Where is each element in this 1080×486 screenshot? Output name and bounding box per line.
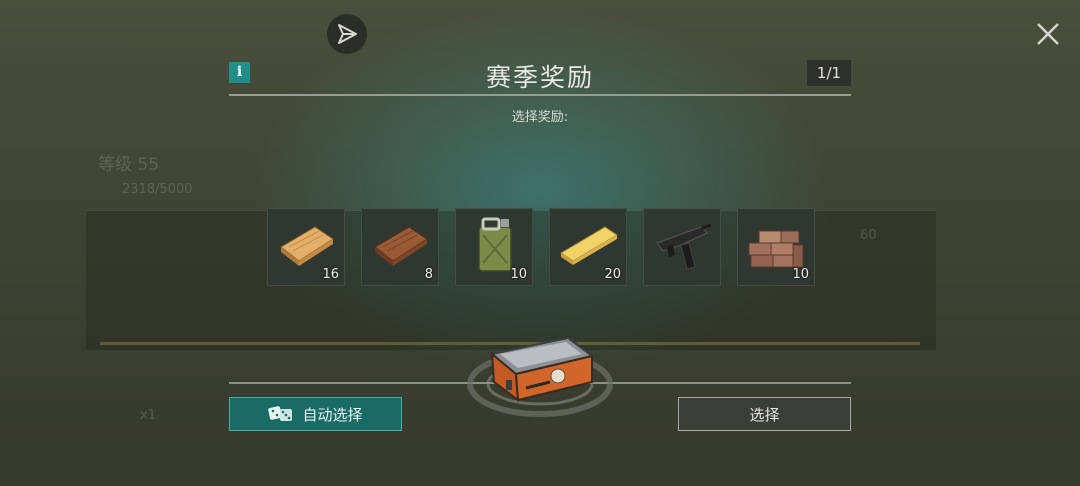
auto-select-label: 自动选择 xyxy=(302,405,363,424)
reward-quantity: 10 xyxy=(510,267,527,282)
reward-quantity: 16 xyxy=(322,267,339,282)
reward-slot[interactable]: 10 xyxy=(455,208,533,286)
background-count-text: x1 xyxy=(140,408,156,423)
select-label: 选择 xyxy=(749,405,780,424)
reward-slot[interactable]: 8 xyxy=(361,208,439,286)
reward-quantity: 20 xyxy=(604,267,621,282)
reward-chest-icon xyxy=(467,336,613,417)
close-button[interactable] xyxy=(1034,20,1062,48)
light-wood-plank-icon xyxy=(280,226,334,266)
dice-icon xyxy=(268,406,293,421)
reward-slot[interactable] xyxy=(643,208,721,286)
select-button[interactable]: 选择 xyxy=(678,397,851,431)
background-cost-text: 60 xyxy=(860,228,877,243)
send-arrow-icon xyxy=(338,24,357,44)
reward-slot[interactable]: 16 xyxy=(267,208,345,286)
dark-wood-plank-icon xyxy=(374,226,428,266)
dialog-subtitle: 选择奖励: xyxy=(511,110,569,125)
yellow-wood-plank-icon xyxy=(560,226,618,265)
title-divider xyxy=(229,94,851,96)
auto-select-button[interactable]: 自动选择 xyxy=(229,397,402,431)
close-icon xyxy=(1037,23,1059,45)
reward-slot[interactable]: 20 xyxy=(549,208,627,286)
background-level-text: 等级 55 xyxy=(98,155,160,175)
send-button[interactable] xyxy=(327,14,367,54)
reward-slot[interactable]: 10 xyxy=(737,208,815,286)
background-progress-text: 2318/5000 xyxy=(122,182,193,197)
reward-quantity: 8 xyxy=(424,267,433,282)
page-counter: 1/1 xyxy=(807,60,851,86)
submachine-gun-icon xyxy=(656,223,712,270)
reward-options: 16 8 10 20 10 xyxy=(267,208,815,286)
dialog-title: 赛季奖励 xyxy=(485,63,594,92)
fuel-jerrycan-icon xyxy=(478,217,512,272)
reward-quantity: 10 xyxy=(792,267,809,282)
